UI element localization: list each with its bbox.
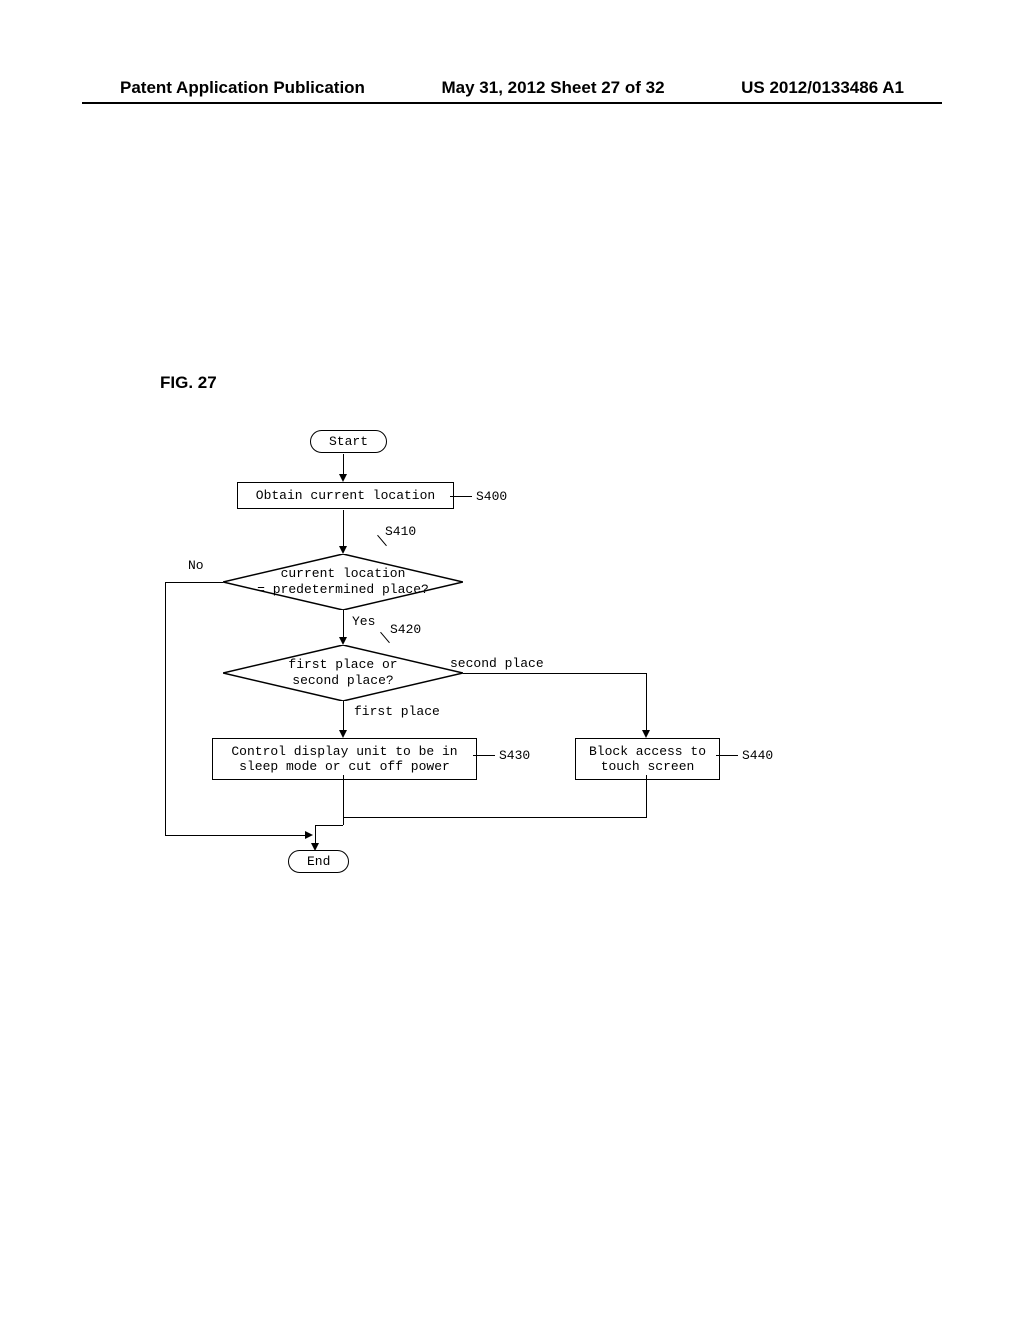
process-obtain-location: Obtain current location xyxy=(237,482,454,509)
end-node: End xyxy=(288,850,349,873)
decision-place: first place or second place? xyxy=(223,645,463,701)
process-sleep-mode: Control display unit to be in sleep mode… xyxy=(212,738,477,780)
label-first-place: first place xyxy=(354,704,440,719)
process-block-access: Block access to touch screen xyxy=(575,738,720,780)
decision-location: current location = predetermined place? xyxy=(223,554,463,610)
step-label-s400: S400 xyxy=(476,489,507,504)
start-node: Start xyxy=(310,430,387,453)
header-date-sheet: May 31, 2012 Sheet 27 of 32 xyxy=(442,78,665,98)
label-second-place: second place xyxy=(450,656,544,671)
label-yes: Yes xyxy=(352,614,375,629)
step-label-s440: S440 xyxy=(742,748,773,763)
flowchart-diagram: Start Obtain current location S400 S410 … xyxy=(160,430,850,900)
figure-label: FIG. 27 xyxy=(160,373,217,393)
step-label-s410: S410 xyxy=(385,524,416,539)
header-patent-number: US 2012/0133486 A1 xyxy=(741,78,904,98)
header-publication: Patent Application Publication xyxy=(120,78,365,98)
step-label-s420: S420 xyxy=(390,622,421,637)
label-no: No xyxy=(188,558,204,573)
header-divider xyxy=(82,102,942,104)
step-label-s430: S430 xyxy=(499,748,530,763)
